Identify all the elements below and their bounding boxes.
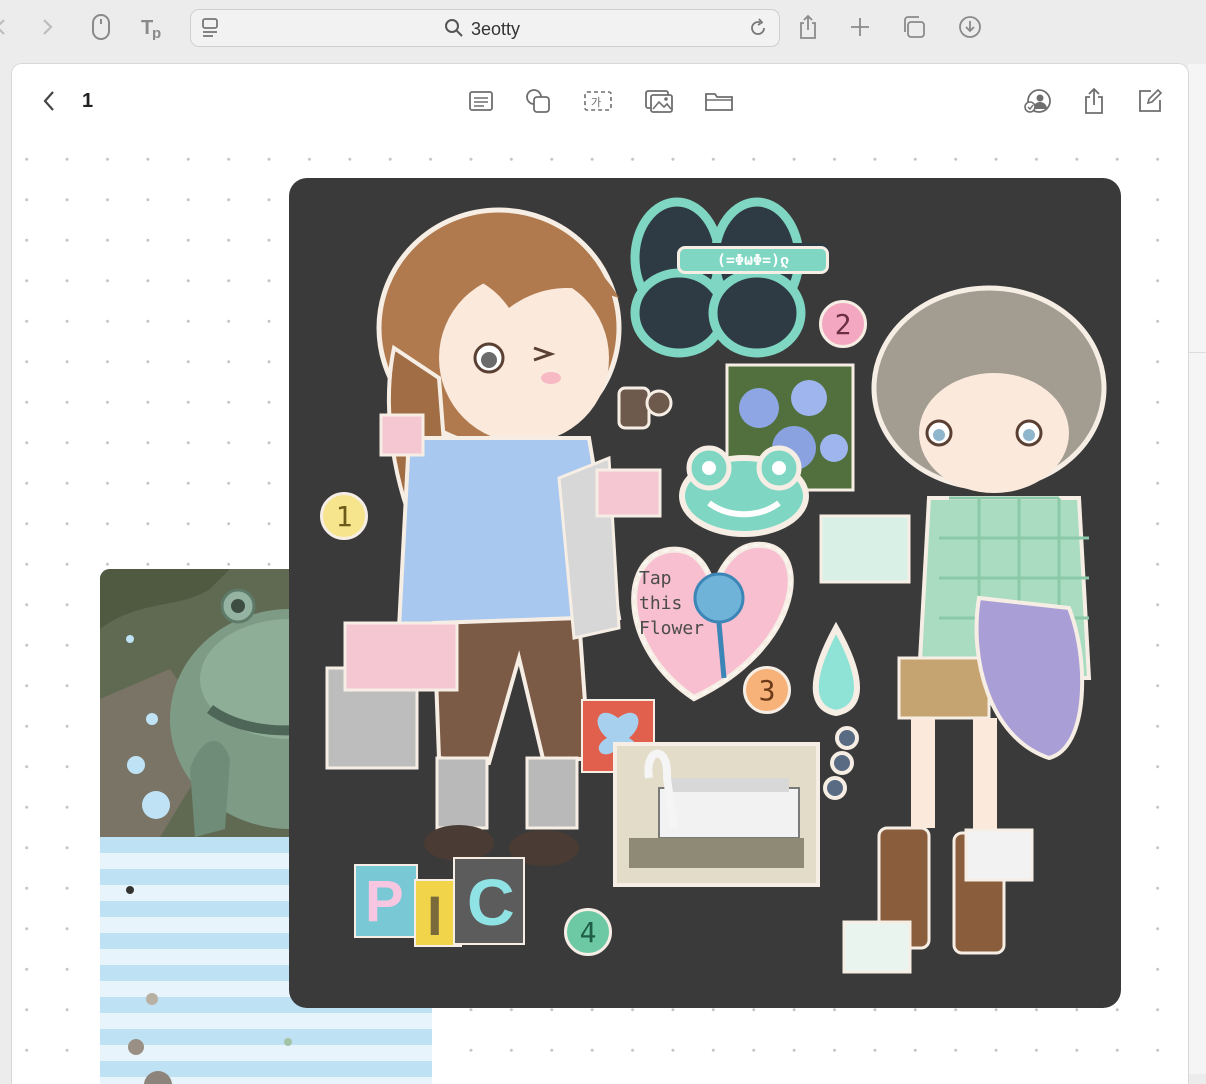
number-badge-3-text: 3 <box>758 673 776 707</box>
chevron-left-icon[interactable] <box>0 12 16 42</box>
emoticon-sticker: (=ΦωΦ=)ლ <box>677 246 829 274</box>
mint-tag-sticker <box>842 920 912 974</box>
number-badge-2-text: 2 <box>834 307 852 341</box>
bunny-ears-sticker <box>630 197 829 358</box>
search-icon <box>439 13 469 43</box>
back-chevron-icon[interactable] <box>34 86 64 116</box>
number-badge-3: 3 <box>743 666 791 714</box>
svg-text:가: 가 <box>591 96 601 109</box>
emoticon-text: (=ΦωΦ=)ლ <box>716 251 790 269</box>
share-icon[interactable] <box>793 12 823 42</box>
background-window-edge <box>1188 64 1206 1074</box>
text-block-icon[interactable] <box>466 86 496 116</box>
export-icon[interactable] <box>1079 86 1109 116</box>
number-badge-2: 2 <box>819 300 867 348</box>
pink-tag-sticker <box>379 413 425 457</box>
browser-toolbar: Tp 3eotty <box>0 0 1206 58</box>
shapes-icon[interactable] <box>523 86 553 116</box>
flower-caption-line-1: Tap <box>639 568 672 589</box>
flower-caption-line-2: this <box>639 593 683 614</box>
folder-icon[interactable] <box>704 86 734 116</box>
tabs-overview-icon[interactable] <box>899 12 929 42</box>
download-icon[interactable] <box>955 12 985 42</box>
notes-window: 1 가 (=ΦωΦ=)ლ Tap this Flower 1 2 3 4 P I… <box>12 64 1188 1084</box>
notes-toolbar: 1 가 <box>12 64 1188 136</box>
page-number: 1 <box>82 90 94 112</box>
text-format-icon[interactable]: Tp <box>139 12 169 42</box>
sticker-board[interactable]: (=ΦωΦ=)ლ Tap this Flower 1 2 3 4 P I C <box>289 178 1121 1008</box>
photo-icon[interactable] <box>644 86 674 116</box>
svg-text:p: p <box>152 25 161 40</box>
address-text: 3eotty <box>471 19 521 39</box>
number-badge-4: 4 <box>564 908 612 956</box>
mint-tag-sticker <box>819 514 911 584</box>
flower-caption: Tap this Flower <box>639 566 729 641</box>
mint-tag-sticker <box>964 828 1034 882</box>
pink-tag-sticker <box>343 621 459 692</box>
new-tab-icon[interactable] <box>845 12 875 42</box>
swan-boat-photo <box>613 742 820 887</box>
reader-list-icon[interactable] <box>195 13 225 43</box>
collaborate-icon[interactable] <box>1023 86 1053 116</box>
frog-face-sticker <box>679 445 809 537</box>
flower-caption-line-3: Flower <box>639 618 705 639</box>
water-drop-sticker <box>812 621 860 800</box>
number-badge-1-text: 1 <box>335 499 353 533</box>
text-box-icon[interactable]: 가 <box>583 86 613 116</box>
pic-letter-p: P <box>365 869 404 934</box>
pink-tag-sticker <box>595 468 662 518</box>
pic-letter-i: I <box>427 884 443 947</box>
mouse-icon[interactable] <box>86 12 116 42</box>
chevron-right-icon[interactable] <box>32 12 62 42</box>
pic-letter-c: C <box>467 865 515 939</box>
reload-icon[interactable] <box>743 13 773 43</box>
address-bar[interactable]: 3eotty <box>190 9 780 47</box>
number-badge-4-text: 4 <box>579 915 597 949</box>
compose-icon[interactable] <box>1135 86 1165 116</box>
number-badge-1: 1 <box>320 492 368 540</box>
